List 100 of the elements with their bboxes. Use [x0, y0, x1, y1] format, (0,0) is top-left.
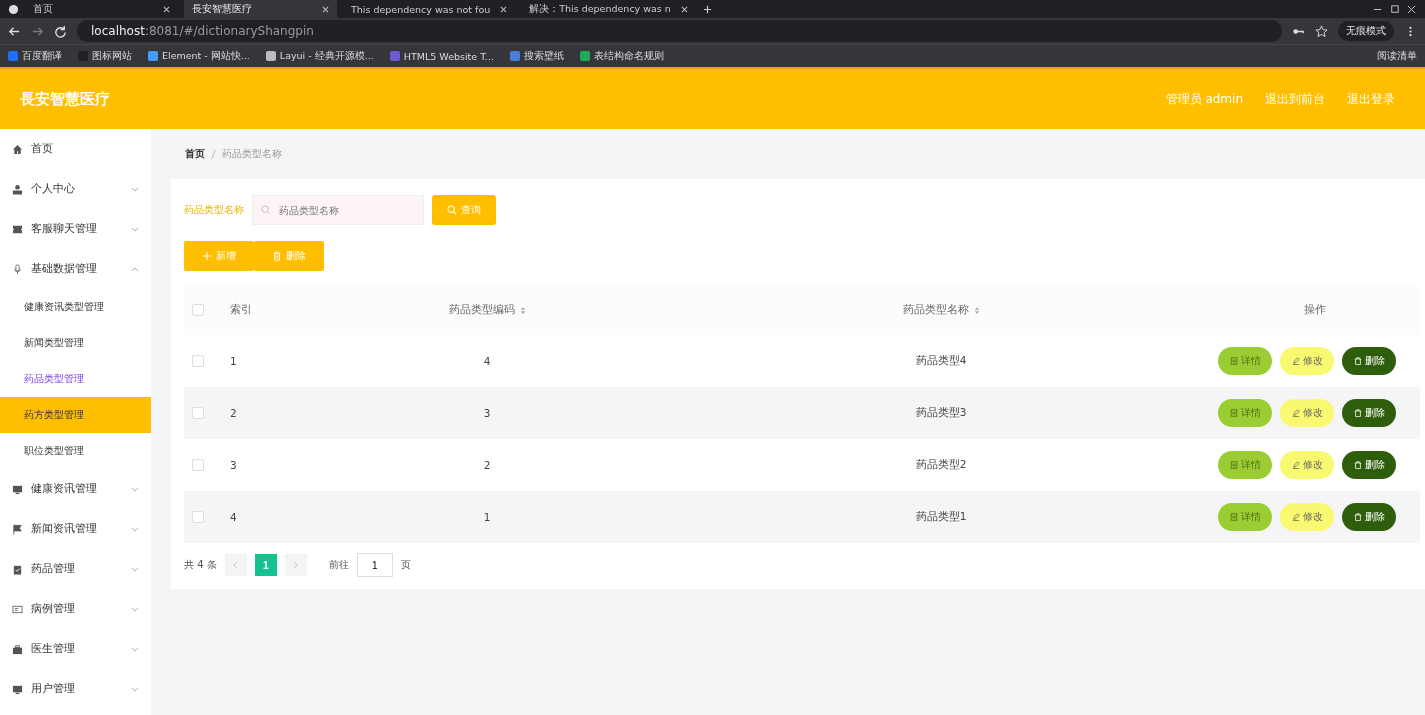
checkbox[interactable]	[192, 459, 204, 471]
menu-item[interactable]: 客服聊天管理	[0, 209, 151, 249]
delete-button[interactable]: 删除	[1342, 503, 1396, 531]
user-icon	[12, 183, 23, 195]
menu-item[interactable]: 用户管理	[0, 669, 151, 709]
flag-icon	[12, 523, 23, 535]
submenu-item[interactable]: 新闻类型管理	[0, 325, 151, 361]
document-icon	[1229, 357, 1238, 365]
trash-icon	[1353, 357, 1362, 365]
browser-tab[interactable]: 首页	[25, 0, 178, 18]
checkbox[interactable]	[192, 511, 204, 523]
close-icon[interactable]	[680, 5, 688, 13]
restore-icon[interactable]	[1389, 3, 1400, 15]
table-cell: 3	[483, 407, 491, 419]
menu-item[interactable]: 药品管理	[0, 549, 151, 589]
submenu-item[interactable]: 药品类型管理	[0, 361, 151, 397]
close-icon[interactable]	[500, 5, 508, 13]
menu-item[interactable]: 病例管理	[0, 589, 151, 629]
column-header: 索引	[230, 303, 252, 317]
incognito-badge[interactable]: 无痕模式	[1338, 21, 1394, 41]
menu-item[interactable]: 基础数据管理	[0, 249, 151, 289]
total-count: 共 4 条	[184, 558, 217, 572]
search-field[interactable]: 药品类型名称	[252, 195, 424, 225]
browser-tab[interactable]: 長安智慧医疗	[184, 0, 337, 18]
globe-icon[interactable]	[8, 3, 19, 15]
table-cell: 4	[230, 511, 237, 523]
document-icon	[1229, 461, 1238, 469]
edit-button[interactable]: 修改	[1280, 451, 1334, 479]
close-icon[interactable]	[163, 5, 170, 13]
table-cell: 2	[230, 407, 237, 419]
column-header: 药品类型编码	[448, 303, 515, 317]
search-icon	[261, 205, 271, 215]
close-icon[interactable]	[1406, 3, 1417, 15]
table-cell: 3	[230, 459, 237, 471]
table-cell: 1	[483, 511, 491, 523]
browser-tab[interactable]: This dependency was not fou	[343, 0, 516, 18]
pencil-icon	[1291, 461, 1300, 469]
bookmark[interactable]: Element - 网站快...	[148, 49, 250, 63]
column-header: 药品类型名称	[902, 303, 969, 317]
document-icon	[1229, 409, 1238, 417]
checkbox[interactable]	[192, 304, 204, 316]
detail-button[interactable]: 详情	[1218, 399, 1272, 427]
menu-item[interactable]: 健康资讯管理	[0, 469, 151, 509]
pencil-icon	[1291, 409, 1300, 417]
breadcrumb-item[interactable]: 首页	[185, 147, 205, 161]
bookmark[interactable]: 图标网站	[78, 49, 132, 63]
search-icon	[447, 205, 457, 215]
menu-item[interactable]: 个人中心	[0, 169, 151, 209]
star-icon[interactable]	[1315, 24, 1328, 38]
detail-button[interactable]: 详情	[1218, 503, 1272, 531]
chevron-right-icon	[293, 561, 299, 569]
submenu-item[interactable]: 健康资讯类型管理	[0, 289, 151, 325]
reload-icon[interactable]	[54, 24, 67, 38]
bookmark[interactable]: HTML5 Website T...	[389, 50, 494, 62]
home-icon	[12, 143, 23, 155]
column-header: 操作	[1304, 303, 1326, 317]
ticket-icon	[12, 223, 23, 235]
bookmark[interactable]: Layui - 经典开源模...	[265, 49, 374, 63]
table-cell: 药品类型1	[915, 510, 967, 524]
table-cell: 1	[230, 355, 237, 367]
submenu-item[interactable]: 药方类型管理	[0, 397, 151, 433]
detail-button[interactable]: 详情	[1218, 347, 1272, 375]
trash-icon	[272, 251, 282, 261]
edit-button[interactable]: 修改	[1280, 399, 1334, 427]
close-icon[interactable]	[322, 5, 329, 13]
mic-icon	[12, 263, 23, 275]
new-tab-icon[interactable]	[701, 3, 713, 15]
delete-button[interactable]: 删除	[1342, 347, 1396, 375]
submenu-item[interactable]: 职位类型管理	[0, 433, 151, 469]
table-cell: 药品类型3	[915, 406, 967, 420]
card-icon	[12, 603, 23, 615]
browser-tab[interactable]: 解决：This dependency was n	[521, 0, 696, 18]
detail-button[interactable]: 详情	[1218, 451, 1272, 479]
document-icon	[1229, 513, 1238, 521]
delete-button[interactable]: 删除	[1342, 451, 1396, 479]
plus-icon	[202, 251, 212, 261]
search-label: 药品类型名称	[184, 203, 244, 217]
table-cell: 4	[483, 355, 491, 367]
chevron-left-icon	[233, 561, 239, 569]
address-field[interactable]: localhost:8081/#/dictionaryShangpin	[77, 20, 1282, 42]
edit-button[interactable]: 修改	[1280, 347, 1334, 375]
trash-icon	[1353, 513, 1362, 521]
menu-item[interactable]: 首页	[0, 129, 151, 169]
bookmark[interactable]: 搜索壁纸	[509, 49, 564, 63]
table-cell: 药品类型4	[915, 354, 967, 368]
menu-item[interactable]: 医生管理	[0, 629, 151, 669]
delete-button[interactable]: 删除	[1342, 399, 1396, 427]
bookmark[interactable]: 百度翻译	[8, 49, 62, 63]
reading-list-button[interactable]: 阅读清单	[1377, 49, 1417, 63]
monitor-icon	[12, 483, 23, 495]
checkbox[interactable]	[192, 407, 204, 419]
menu-item[interactable]: 新闻资讯管理	[0, 509, 151, 549]
pencil-icon	[1291, 357, 1300, 365]
edit-button[interactable]: 修改	[1280, 503, 1334, 531]
table-cell: 2	[483, 459, 491, 471]
bookmark[interactable]: 表结构命名规则	[579, 49, 664, 63]
page-unit: 页	[400, 558, 411, 572]
app-title: 長安智慧医疗	[20, 89, 110, 109]
page-input[interactable]: 1	[356, 553, 393, 577]
checkbox[interactable]	[192, 355, 204, 367]
